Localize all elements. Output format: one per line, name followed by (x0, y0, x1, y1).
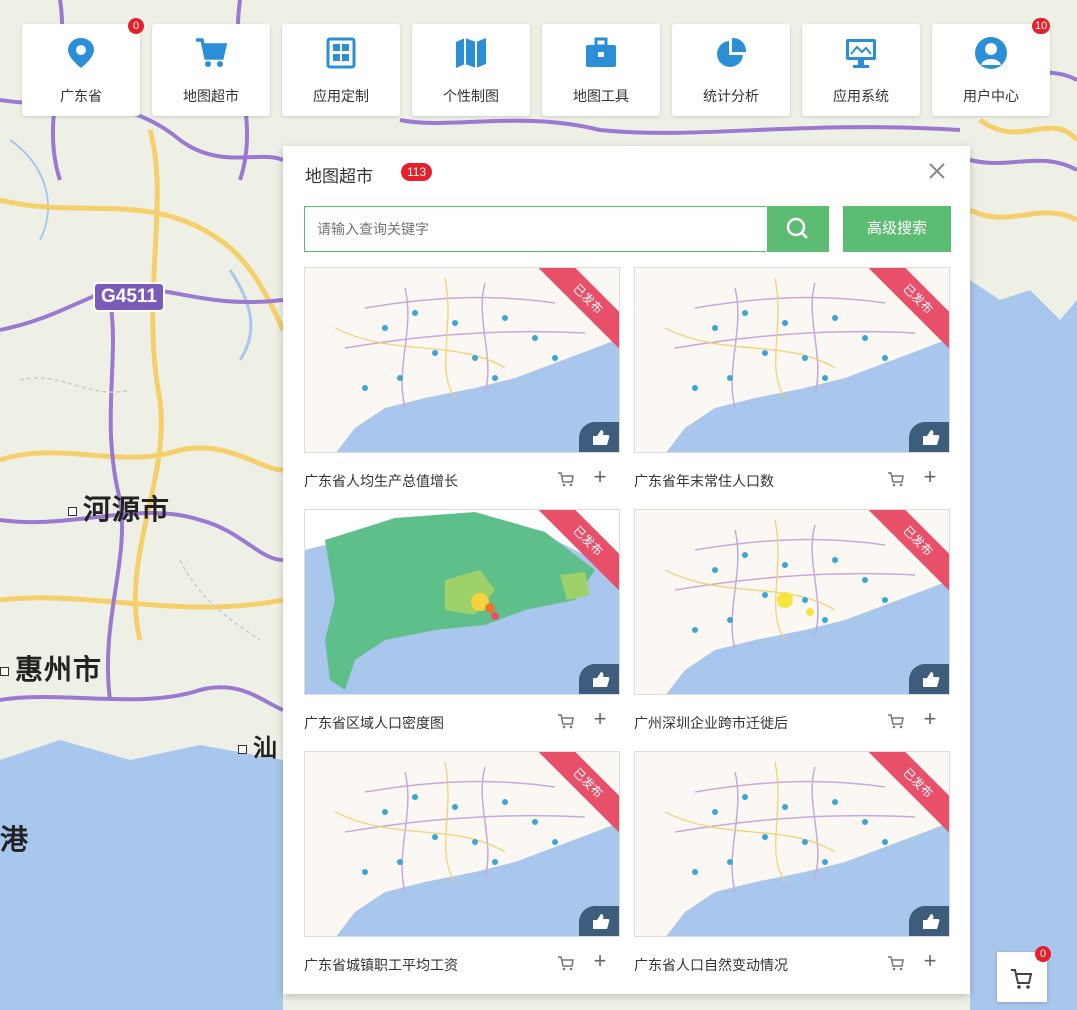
map-card[interactable]: 已发布广东省年末常住人口数 + (634, 267, 950, 499)
add-to-cart-icon[interactable] (556, 469, 576, 489)
add-to-cart-icon[interactable] (556, 711, 576, 731)
map-thumbnail[interactable]: 已发布 (304, 509, 620, 695)
tool-label: 应用定制 (313, 88, 369, 104)
city-label-heyuan[interactable]: 河源市 (68, 488, 170, 528)
tool-map-tools[interactable]: 地图工具 (542, 24, 660, 116)
floating-cart-button[interactable]: 0 (997, 946, 1051, 1002)
search-input[interactable] (304, 206, 766, 252)
map-card-title[interactable]: 广东省人均生产总值增长 (304, 471, 458, 491)
tool-app-system[interactable]: 应用系统 (802, 24, 920, 116)
tool-label: 地图工具 (573, 88, 629, 104)
panel-count-badge: 113 (401, 163, 433, 181)
add-plus-icon[interactable]: + (920, 466, 940, 489)
map-thumbnail[interactable]: 已发布 (634, 267, 950, 453)
map-market-panel: 地图超市 113 高级搜索 已发布广东省人均生产总值增长+已发布广东省年末常住人… (283, 146, 970, 994)
city-dot-icon (68, 506, 77, 516)
tool-map-market[interactable]: 地图超市 (152, 24, 270, 116)
add-plus-icon[interactable]: + (920, 708, 940, 731)
tool-label: 个性制图 (443, 88, 499, 104)
tool-label: 应用系统 (833, 88, 889, 104)
add-to-cart-icon[interactable] (556, 953, 576, 973)
tool-label: 统计分析 (703, 88, 759, 104)
search-button[interactable] (767, 206, 829, 252)
add-to-cart-icon[interactable] (886, 469, 906, 489)
shopping-cart-icon (196, 38, 228, 67)
add-plus-icon[interactable]: + (590, 708, 610, 731)
user-icon (975, 37, 1007, 69)
tool-province[interactable]: 广东省 0 (22, 18, 144, 116)
notification-badge: 10 (1032, 18, 1051, 34)
thumbs-up-icon[interactable] (579, 906, 619, 936)
city-dot-icon (0, 666, 9, 676)
monitor-icon (846, 39, 876, 68)
tool-statistics[interactable]: 统计分析 (672, 24, 790, 116)
map-card[interactable]: 已发布广东省人均生产总值增长 + (304, 267, 620, 499)
advanced-search-button[interactable]: 高级搜索 (843, 206, 951, 252)
close-icon[interactable] (924, 158, 950, 184)
cart-badge: 0 (1035, 946, 1051, 962)
tool-label: 广东省 (60, 88, 102, 104)
city-label-huizhou[interactable]: 惠州市 (0, 648, 102, 688)
map-card-title[interactable]: 广东省年末常住人口数 (634, 471, 774, 491)
app-grid-icon (326, 37, 356, 69)
tool-app-custom[interactable]: 应用定制 (282, 24, 400, 116)
thumbs-up-icon[interactable] (579, 422, 619, 452)
add-plus-icon[interactable]: + (590, 950, 610, 973)
map-card[interactable]: 已发布广东省区域人口密度图 + (304, 509, 620, 741)
thumbs-up-icon[interactable] (909, 422, 949, 452)
pie-chart-icon (717, 37, 747, 67)
city-name: 惠州市 (15, 653, 103, 686)
toolbox-icon (586, 37, 616, 67)
tool-user-center[interactable]: 用户中心 10 (932, 18, 1051, 116)
map-card[interactable]: 已发布广东省人口自然变动情况 + (634, 751, 950, 983)
map-card-title[interactable]: 广州深圳企业跨市迁徙后 (634, 713, 788, 733)
panel-title: 地图超市 (305, 167, 373, 186)
map-card-title[interactable]: 广东省区域人口密度图 (304, 713, 444, 733)
folded-map-icon (456, 38, 486, 68)
tool-label: 用户中心 (963, 88, 1019, 104)
city-name: 汕 (253, 734, 278, 762)
city-label-gang[interactable]: 港 (0, 818, 29, 858)
thumbs-up-icon[interactable] (579, 664, 619, 694)
thumbs-up-icon[interactable] (909, 664, 949, 694)
add-plus-icon[interactable]: + (920, 950, 940, 973)
city-name: 河源市 (83, 493, 171, 526)
add-to-cart-icon[interactable] (886, 953, 906, 973)
city-label-fragment[interactable]: 汕 (238, 728, 278, 763)
map-thumbnail[interactable]: 已发布 (304, 751, 620, 937)
map-card[interactable]: 已发布广东省城镇职工平均工资 + (304, 751, 620, 983)
map-thumbnail[interactable]: 已发布 (634, 751, 950, 937)
map-card-title[interactable]: 广东省人口自然变动情况 (634, 955, 788, 975)
add-plus-icon[interactable]: + (590, 466, 610, 489)
location-pin-icon (68, 38, 94, 68)
map-card-title[interactable]: 广东省城镇职工平均工资 (304, 955, 458, 975)
search-icon (786, 217, 808, 239)
map-thumbnail[interactable]: 已发布 (304, 267, 620, 453)
thumbs-up-icon[interactable] (909, 906, 949, 936)
map-card[interactable]: 已发布广州深圳企业跨市迁徙后 + (634, 509, 950, 741)
map-thumbnail[interactable]: 已发布 (634, 509, 950, 695)
top-toolbar: 广东省 0 地图超市 应用定制 个性制图 地图工具 统计分析 应用系统 用户中心… (22, 18, 1054, 120)
add-to-cart-icon[interactable] (886, 711, 906, 731)
highway-shield: G4511 (93, 282, 165, 312)
tool-label: 地图超市 (183, 88, 239, 104)
tool-custom-map[interactable]: 个性制图 (412, 24, 530, 116)
city-dot-icon (238, 744, 247, 754)
notification-badge: 0 (128, 18, 144, 34)
